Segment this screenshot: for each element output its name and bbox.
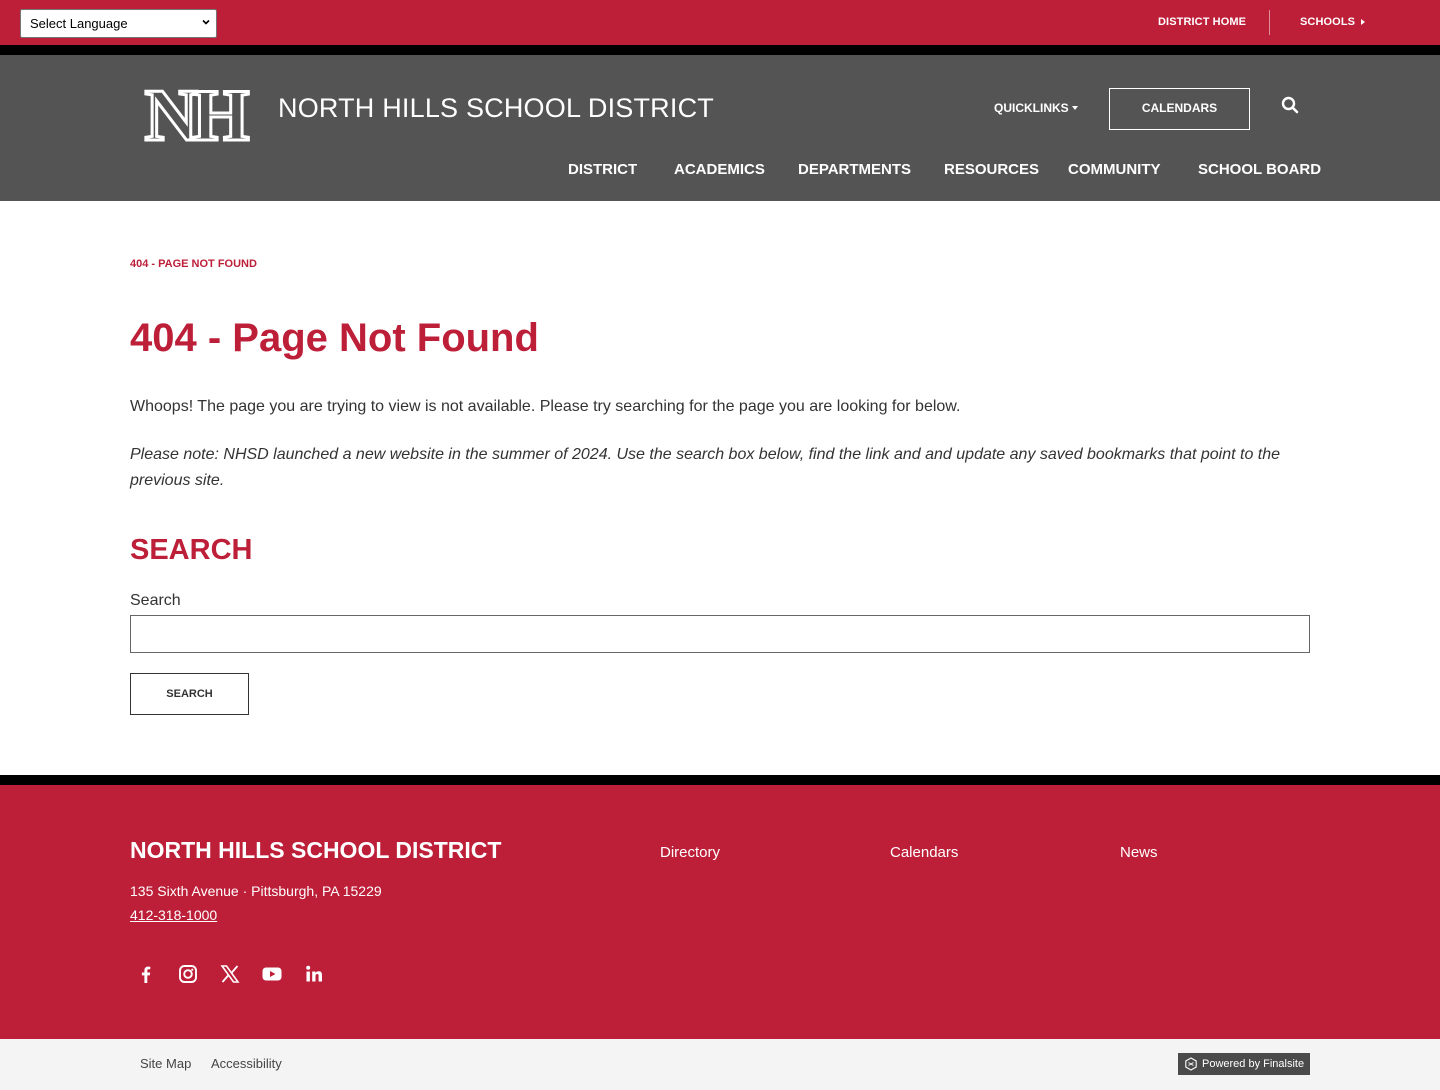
note-text: Please note: NHSD launched a new website…: [130, 446, 1281, 489]
chevron-down-icon: [202, 19, 210, 25]
facebook-icon[interactable]: [135, 963, 157, 985]
top-utility-bar: Select Language DISTRICT HOME SCHOOLS: [0, 0, 1440, 45]
search-label: Search: [130, 592, 181, 609]
footer-phone-link[interactable]: 412-318-1000: [130, 907, 217, 923]
footer-address: 135 Sixth Avenue · Pittsburgh, PA 15229: [130, 883, 382, 899]
footer-link-news[interactable]: News: [1120, 844, 1158, 861]
footer-title: NORTH HILLS SCHOOL DISTRICT: [130, 837, 502, 863]
schools-menu[interactable]: SCHOOLS: [1300, 16, 1355, 28]
footer-link-directory[interactable]: Directory: [660, 844, 720, 861]
search-input[interactable]: [130, 615, 1310, 653]
search-button[interactable]: SEARCH: [130, 673, 249, 715]
search-heading: SEARCH: [130, 534, 253, 566]
topbar-divider: [1269, 10, 1270, 35]
calendars-button[interactable]: CALENDARS: [1109, 88, 1250, 130]
nav-district[interactable]: DISTRICT: [568, 161, 637, 178]
nav-departments[interactable]: DEPARTMENTS: [798, 161, 911, 178]
search-icon[interactable]: [1281, 96, 1299, 114]
instagram-icon[interactable]: [177, 963, 199, 985]
footer-divider-bar: [0, 775, 1440, 785]
quicklinks-menu[interactable]: QUICKLINKS: [994, 101, 1069, 115]
chevron-right-icon: [1361, 19, 1365, 25]
logo-text: NH: [145, 82, 249, 146]
nav-resources[interactable]: RESOURCES: [944, 161, 1039, 178]
nav-school-board[interactable]: SCHOOL BOARD: [1198, 161, 1321, 178]
sub-footer: Site Map Accessibility Powered by Finals…: [0, 1039, 1440, 1090]
accessibility-link[interactable]: Accessibility: [211, 1056, 282, 1071]
district-home-link[interactable]: DISTRICT HOME: [1158, 16, 1246, 28]
intro-text: Whoops! The page you are trying to view …: [130, 398, 961, 415]
linkedin-icon[interactable]: [303, 963, 325, 985]
site-map-link[interactable]: Site Map: [140, 1056, 191, 1071]
youtube-icon[interactable]: [261, 963, 283, 985]
site-title[interactable]: NORTH HILLS SCHOOL DISTRICT: [278, 93, 714, 124]
site-header: NH NORTH HILLS SCHOOL DISTRICT QUICKLINK…: [0, 55, 1440, 201]
site-footer: NORTH HILLS SCHOOL DISTRICT 135 Sixth Av…: [0, 785, 1440, 1039]
x-twitter-icon[interactable]: [219, 963, 241, 985]
powered-by-label: Powered by Finalsite: [1202, 1058, 1305, 1070]
district-logo[interactable]: NH: [131, 82, 257, 146]
chevron-down-icon: [1072, 106, 1078, 110]
header-divider-bar: [0, 45, 1440, 55]
breadcrumb: 404 - PAGE NOT FOUND: [130, 258, 257, 270]
page-title: 404 - Page Not Found: [130, 316, 539, 360]
nav-academics[interactable]: ACADEMICS: [674, 161, 765, 178]
powered-by-finalsite-badge[interactable]: Powered by Finalsite: [1178, 1053, 1310, 1075]
language-select-label: Select Language: [30, 16, 128, 31]
language-select[interactable]: Select Language: [20, 9, 217, 38]
footer-link-calendars[interactable]: Calendars: [890, 844, 958, 861]
finalsite-logo-icon: [1185, 1057, 1197, 1071]
nav-community[interactable]: COMMUNITY: [1068, 161, 1161, 178]
